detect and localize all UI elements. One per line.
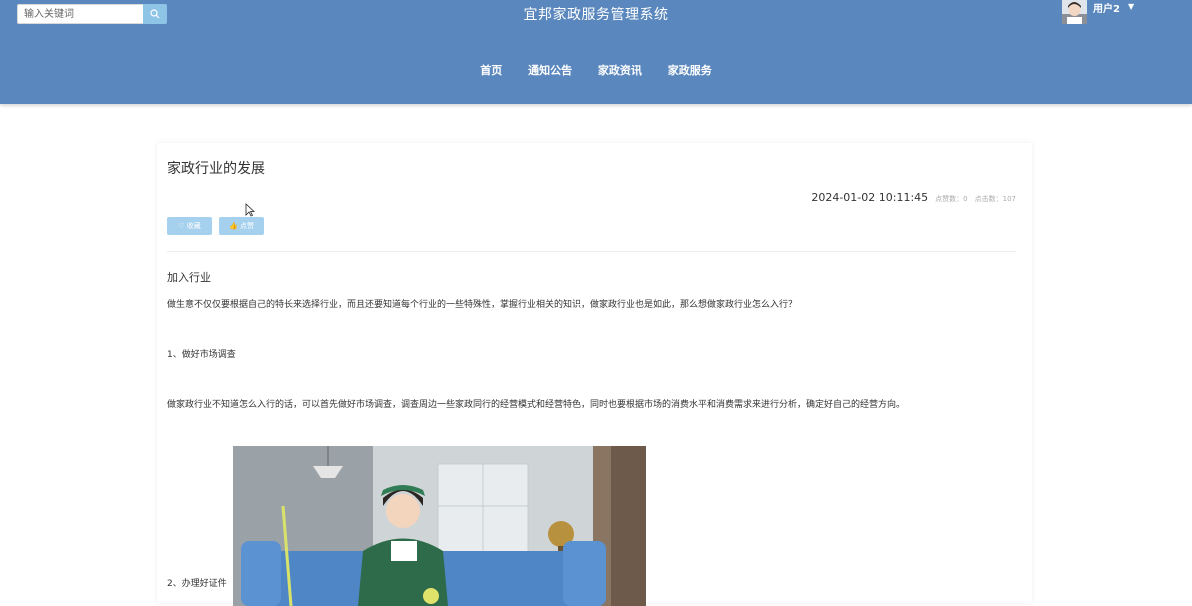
avatar[interactable] — [1062, 0, 1087, 24]
divider — [167, 251, 1016, 252]
site-title: 宜邦家政服务管理系统 — [523, 7, 669, 23]
section-heading: 加入行业 — [167, 271, 211, 284]
like-button[interactable]: 👍 点赞 — [219, 217, 264, 235]
paragraph: 1、做好市场调查 — [167, 350, 236, 360]
username[interactable]: 用户2 — [1093, 0, 1120, 15]
click-count: 点击数：107 — [974, 195, 1016, 203]
nav-item-home[interactable]: 首页 — [480, 64, 502, 77]
paragraph: 做家政行业不知道怎么入行的话，可以首先做好市场调查，调查周边一些家政同行的经营模… — [167, 400, 906, 410]
publish-time: 2024-01-02 10:11:45 — [811, 191, 929, 204]
favorite-button[interactable]: ♡ 收藏 — [167, 217, 212, 235]
article-title: 家政行业的发展 — [167, 161, 265, 177]
caret-down-icon[interactable]: ▼ — [1128, 2, 1134, 11]
user-menu[interactable]: 用户2 ▼ — [1062, 0, 1134, 26]
nav-item-services[interactable]: 家政服务 — [668, 64, 712, 77]
article-card: 家政行业的发展 2024-01-02 10:11:45 点赞数：0 点击数：10… — [157, 143, 1032, 606]
mouse-cursor-icon — [245, 203, 255, 217]
article-meta: 2024-01-02 10:11:45 点赞数：0 点击数：107 — [811, 191, 1016, 204]
nav-item-notices[interactable]: 通知公告 — [528, 64, 572, 77]
paragraph: 2、办理好证件 — [167, 579, 227, 589]
paragraph: 做生意不仅仅要根据自己的特长来选择行业，而且还要知道每个行业的一些特殊性，掌握行… — [167, 300, 798, 310]
top-bar: 宜邦家政服务管理系统 用户2 ▼ — [0, 0, 1192, 34]
nav-bar: 首页 通知公告 家政资讯 家政服务 — [0, 34, 1192, 104]
like-count: 点赞数：0 — [935, 195, 968, 203]
nav-item-news[interactable]: 家政资讯 — [598, 64, 642, 77]
main-nav: 首页 通知公告 家政资讯 家政服务 — [0, 62, 1192, 78]
article-image — [233, 446, 646, 606]
